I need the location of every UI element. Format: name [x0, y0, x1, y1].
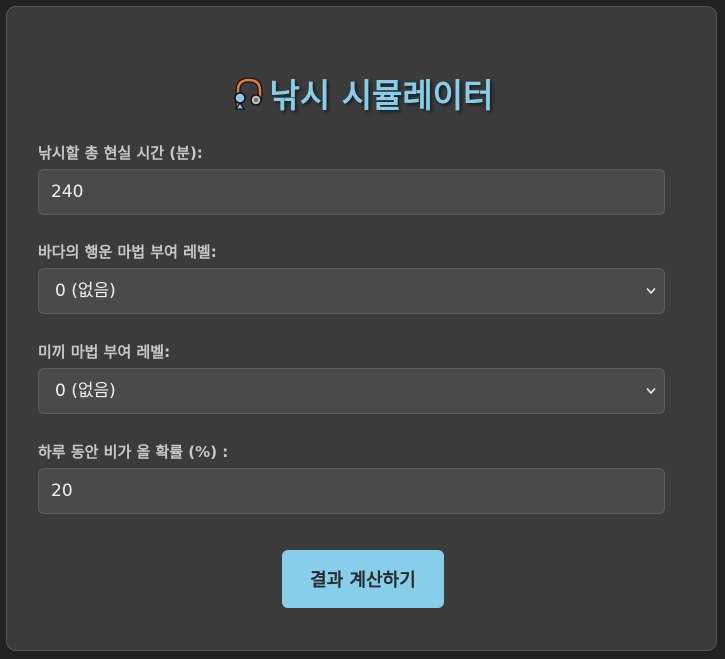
chevron-down-icon — [646, 388, 656, 394]
rain-chance-label: 하루 동안 비가 올 확률 (%) : — [38, 443, 229, 461]
simulator-panel: 낚시 시뮬레이터 낚시할 총 현실 시간 (분): 바다의 행운 마법 부여 레… — [6, 6, 717, 651]
lure-label: 미끼 마법 부여 레벨: — [38, 343, 171, 361]
lure-value: 0 (없음) — [55, 381, 116, 401]
luck-of-sea-label: 바다의 행운 마법 부여 레벨: — [38, 243, 217, 261]
calculate-button[interactable]: 결과 계산하기 — [282, 550, 444, 608]
page-title: 낚시 시뮬레이터 — [7, 69, 716, 117]
page-title-text: 낚시 시뮬레이터 — [269, 76, 494, 115]
rain-chance-input[interactable] — [38, 468, 665, 514]
lure-select[interactable]: 0 (없음) — [38, 368, 665, 414]
total-time-input[interactable] — [38, 169, 665, 215]
total-time-label: 낚시할 총 현실 시간 (분): — [38, 144, 203, 162]
luck-of-sea-value: 0 (없음) — [55, 281, 116, 301]
luck-of-sea-select[interactable]: 0 (없음) — [38, 268, 665, 314]
chevron-down-icon — [646, 288, 656, 294]
fishing-pole-icon — [229, 76, 265, 112]
